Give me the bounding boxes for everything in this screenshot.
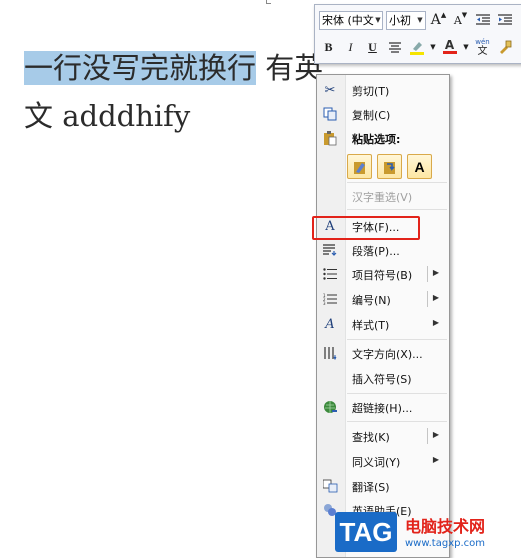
paste-text-only-button[interactable]: A: [407, 154, 432, 179]
paste-keep-source-formatting-button[interactable]: [347, 154, 372, 179]
paste-merge-formatting-button[interactable]: [377, 154, 402, 179]
highlighter-icon: [409, 42, 424, 55]
paste-keep-formatting-icon: [353, 161, 365, 174]
watermark-logo: TAG: [335, 512, 397, 552]
copy-icon: [322, 106, 338, 122]
menu-label: 查找(K): [352, 431, 390, 444]
menu-item-cut[interactable]: ✂ 剪切(T): [317, 79, 449, 101]
watermark-site-name: 电脑技术网: [405, 517, 486, 536]
menu-label: 汉字重选(V): [352, 191, 413, 204]
menu-label: 文字方向(X)...: [352, 348, 423, 361]
menu-item-insert-symbol[interactable]: 插入符号(S): [317, 367, 449, 389]
increase-indent-button[interactable]: [495, 11, 514, 30]
document-line-1[interactable]: 一行没写完就换行 有英: [24, 50, 323, 86]
menu-separator: [347, 182, 447, 183]
page-margin-mark: [266, 0, 271, 4]
menu-item-chinese-reconvert: 汉字重选(V): [317, 185, 449, 207]
paste-merge-icon: [383, 161, 395, 174]
translate-icon: [322, 478, 338, 494]
bullets-icon: [322, 266, 338, 282]
svg-text:3: 3: [323, 301, 326, 305]
menu-label: 超链接(H)...: [352, 402, 413, 415]
selected-text[interactable]: 一行没写完就换行: [24, 51, 257, 85]
menu-label: 同义词(Y): [352, 456, 401, 469]
chevron-down-icon[interactable]: ▼: [415, 16, 425, 24]
submenu-arrow-icon[interactable]: ▶: [433, 268, 439, 277]
text-direction-icon: [322, 345, 338, 361]
phonetic-guide-button[interactable]: wén 文: [473, 38, 492, 57]
split-separator: [427, 266, 428, 282]
menu-item-bullets[interactable]: 项目符号(B) ▶: [317, 263, 449, 285]
menu-item-synonyms[interactable]: 同义词(Y) ▶: [317, 450, 449, 472]
menu-item-paste-options: 粘贴选项:: [317, 127, 449, 149]
chevron-down-icon[interactable]: ▼: [374, 16, 382, 24]
menu-item-hyperlink[interactable]: 超链接(H)...: [317, 396, 449, 418]
align-center-icon: [388, 41, 401, 53]
menu-label: 段落(P)...: [352, 245, 400, 258]
menu-separator: [347, 393, 447, 394]
menu-label: 复制(C): [352, 109, 391, 122]
scissors-icon: ✂: [324, 82, 336, 98]
font-color-button[interactable]: A: [440, 38, 459, 57]
menu-item-text-direction[interactable]: 文字方向(X)...: [317, 342, 449, 364]
menu-item-lookup[interactable]: 查找(K) ▶: [317, 425, 449, 447]
menu-label: 剪切(T): [352, 85, 390, 98]
phonetic-bottom: 文: [477, 46, 488, 57]
submenu-arrow-icon[interactable]: ▶: [433, 430, 439, 439]
shrink-font-icon: A: [453, 13, 462, 27]
menu-label: 插入符号(S): [352, 373, 412, 386]
menu-label: 编号(N): [352, 294, 391, 307]
watermark-url: www.tagxp.com: [405, 538, 485, 549]
decrease-indent-button[interactable]: [473, 11, 492, 30]
font-size-combo[interactable]: 小初 ▼: [386, 10, 426, 30]
highlight-button[interactable]: [407, 38, 426, 57]
split-separator: [427, 291, 428, 307]
split-separator: [427, 428, 428, 444]
font-color-icon: A: [444, 38, 455, 52]
menu-item-styles[interactable]: A 样式(T) ▶: [317, 313, 449, 335]
hyperlink-globe-icon: [322, 399, 338, 415]
submenu-arrow-icon: ▶: [432, 455, 439, 464]
menu-label: 项目符号(B): [352, 269, 413, 282]
grow-font-button[interactable]: A ▲: [429, 11, 448, 30]
menu-item-copy[interactable]: 复制(C): [317, 103, 449, 125]
menu-item-translate[interactable]: 翻译(S): [317, 475, 449, 497]
highlight-dropdown[interactable]: ▼: [429, 38, 437, 57]
font-color-dropdown[interactable]: ▼: [462, 38, 470, 57]
shrink-font-button[interactable]: A ▼: [451, 11, 470, 30]
menu-label: 样式(T): [352, 319, 390, 332]
paragraph-icon: [322, 242, 338, 258]
format-painter-icon: [499, 40, 511, 54]
font-name-combo[interactable]: 宋体 (中文 ▼: [319, 10, 383, 30]
font-name-value: 宋体 (中文: [322, 14, 374, 27]
bold-button[interactable]: B: [319, 38, 338, 57]
font-item-highlight-annotation: [312, 216, 420, 240]
menu-item-numbering[interactable]: 123 编号(N) ▶: [317, 288, 449, 310]
styles-icon: A: [325, 316, 335, 332]
paste-icon: [322, 130, 338, 146]
grow-font-icon: A: [430, 12, 441, 28]
menu-separator: [347, 209, 447, 210]
format-painter-button[interactable]: [495, 38, 514, 57]
center-align-button[interactable]: [385, 38, 404, 57]
menu-label: 翻译(S): [352, 481, 390, 494]
context-menu: ✂ 剪切(T) 复制(C) 粘贴选项: A 汉字重选(V) A 字体(F)...…: [316, 74, 450, 558]
submenu-arrow-icon[interactable]: ▶: [433, 293, 439, 302]
increase-indent-icon: [497, 14, 512, 25]
mini-toolbar: 宋体 (中文 ▼ 小初 ▼ A ▲ A ▼ B I U ▼ A ▼ wén 文: [314, 4, 521, 64]
document-line-2[interactable]: 文 adddhify: [24, 98, 190, 134]
underline-button[interactable]: U: [363, 38, 382, 57]
font-size-value: 小初: [389, 14, 411, 27]
menu-item-paragraph[interactable]: 段落(P)...: [317, 239, 449, 261]
menu-separator: [347, 421, 447, 422]
menu-separator: [347, 339, 447, 340]
menu-label: 粘贴选项:: [352, 133, 401, 146]
decrease-indent-icon: [475, 14, 490, 25]
site-watermark: TAG 电脑技术网 www.tagxp.com: [331, 509, 521, 556]
numbering-icon: 123: [322, 291, 338, 307]
submenu-arrow-icon: ▶: [432, 318, 439, 327]
italic-button[interactable]: I: [341, 38, 360, 57]
